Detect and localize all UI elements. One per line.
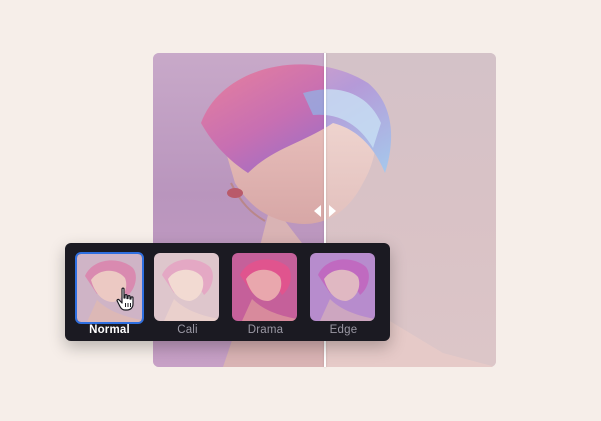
filter-drama[interactable]: Drama (229, 251, 298, 337)
filter-label-drama: Drama (247, 324, 284, 336)
filter-label-edge: Edge (329, 324, 358, 336)
hand-pointer-icon (116, 287, 134, 311)
filter-strip: Normal Cali Drama Edge (65, 243, 390, 341)
filter-thumbnail-edge (310, 253, 375, 321)
filter-label-normal: Normal (89, 324, 130, 336)
photo-editor-preview: Normal Cali Drama Edge (0, 0, 601, 421)
filter-thumbnail-cali (154, 253, 219, 321)
filter-edge[interactable]: Edge (307, 251, 376, 337)
filter-label-cali: Cali (177, 324, 198, 336)
filter-cali[interactable]: Cali (151, 251, 220, 337)
left-right-arrows-icon[interactable] (313, 203, 337, 219)
filter-thumbnail-drama (232, 253, 297, 321)
